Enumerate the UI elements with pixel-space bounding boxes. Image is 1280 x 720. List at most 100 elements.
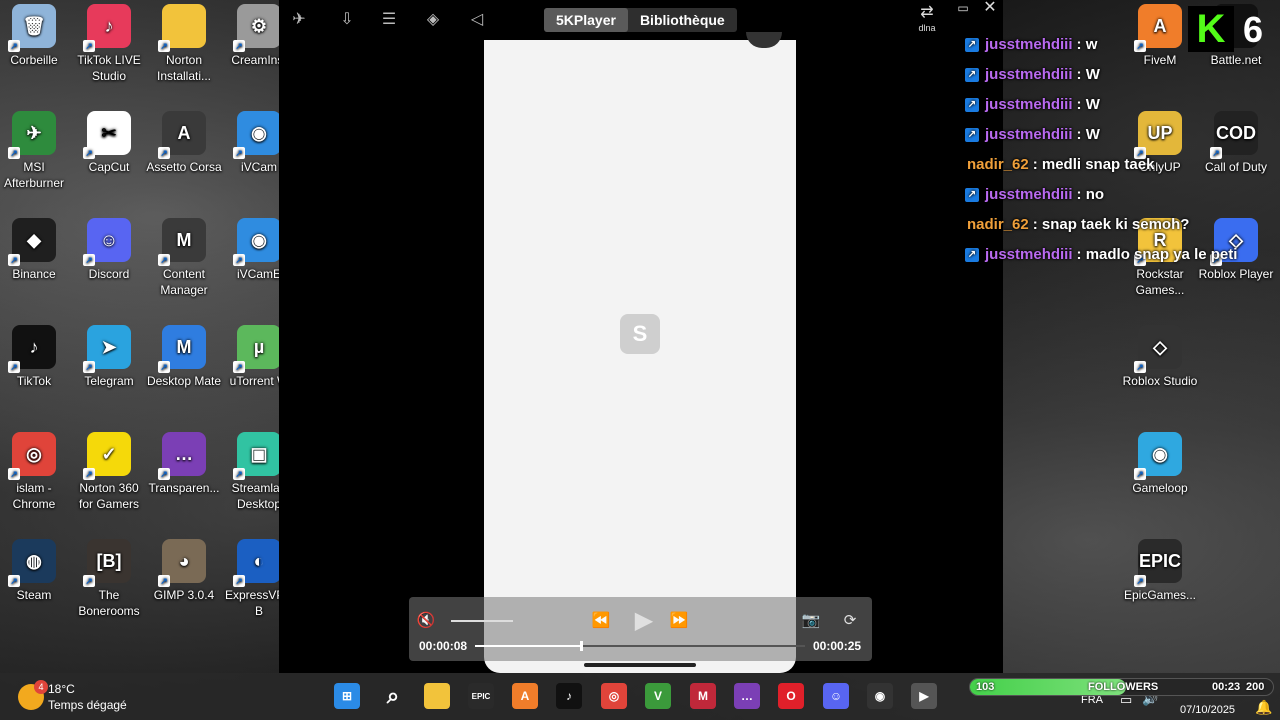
dlna-label: dlna (918, 23, 936, 33)
desktop-icon-label: islam - Chrome (12, 481, 56, 511)
recycle-bin-icon: 🗑 ↗ (8, 4, 56, 52)
weather-badge: 4 (34, 680, 48, 694)
shortcut-arrow-icon: ↗ (158, 254, 170, 266)
tiktok-icon: ♪ ↗ (8, 325, 56, 373)
taskbar-opera-icon[interactable]: O (778, 683, 804, 709)
chat-message: ↗ jusstmehdiii: W (963, 120, 1263, 150)
seek-bar-handle[interactable] (579, 641, 583, 651)
shortcut-arrow-icon: ↗ (233, 40, 245, 52)
desktop-icon-transparen[interactable]: … ↗ Transparen... (146, 432, 222, 496)
tab-5kplayer[interactable]: 5KPlayer (544, 8, 628, 32)
taskbar-obs-icon[interactable]: ◉ (867, 683, 893, 709)
dlna-button[interactable]: ⇄ dlna (911, 4, 943, 38)
capcut-icon: ✂ ↗ (83, 111, 131, 159)
desktop-icon-content-manager[interactable]: M ↗ Content Manager (146, 218, 222, 298)
volume-slider[interactable] (451, 620, 513, 622)
taskbar-windows-start-icon[interactable]: ⊞ (334, 683, 360, 709)
desktop-icon-label: EpicGames... (1123, 588, 1197, 602)
rewind-icon[interactable]: ⏪ (589, 612, 613, 630)
desktop-icon-capcut[interactable]: ✂ ↗ CapCut (71, 111, 147, 175)
app-logo: S (620, 314, 660, 354)
clock-date[interactable]: 07/10/2025 (1180, 704, 1235, 716)
chat-text: : snap taek ki semoh? (1032, 216, 1190, 233)
chat-username: jusstmehdiii (985, 126, 1073, 143)
audio-icon[interactable]: ◁ (467, 10, 487, 30)
chat-text: : no (1076, 186, 1105, 203)
steam-icon: ◍ ↗ (8, 539, 56, 587)
taskbar-chrome-icon[interactable]: ◎ (601, 683, 627, 709)
desktop-icon-discord[interactable]: ☺ ↗ Discord (71, 218, 147, 282)
taskbar-file-explorer-icon[interactable] (424, 683, 450, 709)
seek-bar-fill (475, 645, 581, 647)
desktop-icon-label: Norton 360 for Gamers (78, 481, 139, 511)
shortcut-arrow-icon: ↗ (158, 361, 170, 373)
desktop-icon-gimp-3-0-4[interactable]: ◕ ↗ GIMP 3.0.4 (146, 539, 222, 603)
play-icon[interactable]: ▶ (631, 608, 657, 634)
desktop-icon-desktop-mate[interactable]: M ↗ Desktop Mate (146, 325, 222, 389)
kick-badge-icon: ↗ (965, 128, 979, 142)
desktop-icon-norton-installati[interactable]: ↗ Norton Installati... (146, 4, 222, 84)
desktop-icon-binance[interactable]: ◆ ↗ Binance (0, 218, 72, 282)
shortcut-arrow-icon: ↗ (158, 40, 170, 52)
list-icon[interactable]: ☰ (379, 10, 399, 30)
desktop-icon-corbeille[interactable]: 🗑 ↗ Corbeille (0, 4, 72, 68)
close-icon[interactable]: ✕ (982, 0, 998, 16)
desktop-icon-tiktok-live-studio[interactable]: ♪ ↗ TikTok LIVE Studio (71, 4, 147, 84)
youtube-download-icon[interactable]: ⇩ (337, 10, 357, 30)
chat-username: jusstmehdiii (985, 66, 1073, 83)
tab-bibliotheque[interactable]: Bibliothèque (628, 8, 737, 32)
seek-bar[interactable] (475, 641, 805, 651)
notification-icon[interactable]: 🔔 (1255, 699, 1272, 716)
epic-games-icon: EPIC ↗ (1134, 539, 1182, 587)
shortcut-arrow-icon: ↗ (8, 254, 20, 266)
desktop-icon-gameloop[interactable]: ◉ ↗ Gameloop (1122, 432, 1198, 496)
rotate-icon[interactable]: ⟳ (837, 612, 863, 630)
desktop-icon-label: Desktop Mate (146, 374, 222, 388)
chat-message: nadir_62: medli snap taek (963, 150, 1263, 180)
mute-icon[interactable]: 🔇 (415, 612, 437, 630)
taskbar-5kplayer-icon[interactable]: ▶ (911, 683, 937, 709)
desktop-icon-msi-afterburner[interactable]: ✈ ↗ MSI Afterburner (0, 111, 72, 191)
desktop-icon-epicgames[interactable]: EPIC ↗ EpicGames... (1122, 539, 1198, 603)
desktop-icon-norton-360-for-gamers[interactable]: ✓ ↗ Norton 360 for Gamers (71, 432, 147, 512)
desktop-icon-steam[interactable]: ◍ ↗ Steam (0, 539, 72, 603)
total-time: 00:00:25 (813, 639, 862, 653)
telegram-icon: ➤ ↗ (83, 325, 131, 373)
desktop-icon-label: TikTok LIVE Studio (77, 53, 141, 83)
fast-forward-icon[interactable]: ⏩ (667, 612, 691, 630)
desktop-icon-telegram[interactable]: ➤ ↗ Telegram (71, 325, 147, 389)
shortcut-arrow-icon: ↗ (83, 361, 95, 373)
taskbar-vortex-icon[interactable]: V (645, 683, 671, 709)
snapshot-icon[interactable]: 📷 (799, 612, 823, 630)
shortcut-arrow-icon: ↗ (233, 147, 245, 159)
shortcut-arrow-icon: ↗ (83, 40, 95, 52)
weather-widget[interactable]: 4 18°C Temps dégagé (18, 680, 127, 713)
taskbar-epic-games-icon[interactable]: EPIC (468, 683, 494, 709)
taskbar-discord-icon[interactable]: ☺ (823, 683, 849, 709)
chat-message: ↗ jusstmehdiii: w (963, 30, 1263, 60)
desktop-icon-roblox-studio[interactable]: ◇ ↗ Roblox Studio (1122, 325, 1198, 389)
taskbar-tiktok-icon[interactable]: ♪ (556, 683, 582, 709)
airplay-icon[interactable]: ✈ (289, 10, 309, 30)
msi-afterburner-icon: ✈ ↗ (8, 111, 56, 159)
desktop-icon-tiktok[interactable]: ♪ ↗ TikTok (0, 325, 72, 389)
shortcut-arrow-icon: ↗ (158, 575, 170, 587)
video-frame[interactable]: S (484, 32, 796, 673)
taskbar-fivem-icon[interactable]: A (512, 683, 538, 709)
taskbar-search-icon[interactable]: ⌕ (380, 683, 406, 709)
transparent-icon: … ↗ (158, 432, 206, 480)
taskbar-transparent-icon[interactable]: … (734, 683, 760, 709)
desktop-mate-icon: M ↗ (158, 325, 206, 373)
taskbar-content-manager-icon[interactable]: M (690, 683, 716, 709)
dlna-icon: ⇄ (920, 4, 934, 21)
layers-icon[interactable]: ◈ (423, 10, 443, 30)
ivcam-icon: ◉ ↗ (233, 111, 281, 159)
playback-controls: 🔇 ⏪ ▶ ⏩ 📷 ⟳ 00:00:08 00:00:25 (409, 597, 872, 661)
desktop-icon-assetto-corsa[interactable]: A ↗ Assetto Corsa (146, 111, 222, 175)
followers-count: 103 (976, 681, 995, 693)
current-time: 00:00:08 (419, 639, 468, 653)
desktop-icon-islam-chrome[interactable]: ◎ ↗ islam - Chrome (0, 432, 72, 512)
desktop-icon-the-bonerooms[interactable]: [B] ↗ The Bonerooms (71, 539, 147, 619)
minimize-icon[interactable]: ▭ (956, 2, 970, 14)
weather-desc: Temps dégagé (48, 698, 127, 712)
